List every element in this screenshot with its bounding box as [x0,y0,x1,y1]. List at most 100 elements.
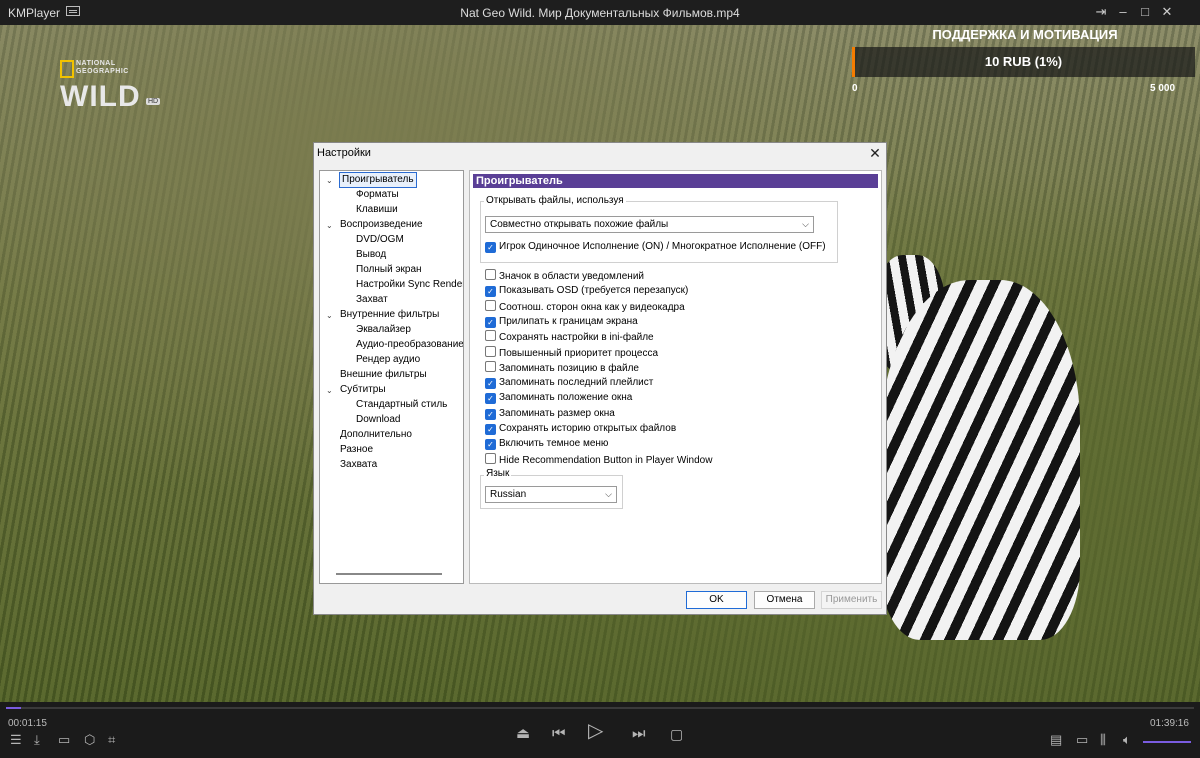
tree-item[interactable]: Внутренние фильтры [340,308,439,322]
current-time: 00:01:15 [8,718,47,729]
tree-horizontal-scrollbar[interactable] [336,573,442,575]
settings-tree[interactable]: ⌄ Проигрыватель Форматы Клавиши ⌄ Воспроизвед… [319,170,464,584]
control-bar: 00:01:15 01:39:16 ☰ ⤓ ▭ ⬡ ⌗ ⏏ ⏮ ▷ ⏭ ▢ ▤ … [0,702,1200,758]
tree-item[interactable]: Захват [356,293,388,307]
volume-icon[interactable]: 🔈︎ [1123,733,1131,747]
nat-geo-frame-icon [60,60,74,78]
checkbox-icon: ✓ [485,408,496,420]
subtitles-icon[interactable]: ▭ [1076,733,1088,747]
stop-icon[interactable]: ▢ [670,727,683,741]
option-checkbox[interactable]: Соотнош. сторон окна как у видеокадра [485,299,685,313]
3d-cube-icon[interactable]: ⬡ [84,733,95,747]
donation-title: ПОДДЕРЖКА И МОТИВАЦИЯ [932,27,1118,42]
capture-icon[interactable]: ⌗ [108,733,115,747]
playlist-icon[interactable]: ☰ [10,733,22,747]
title-bar: KMPlayer Nat Geo Wild. Мир Документальны… [0,0,1200,25]
dialog-close-button[interactable]: ✕ [866,144,884,162]
checkbox-icon: ✓ [485,378,496,390]
option-checkbox[interactable]: Запоминать позицию в файле [485,360,639,374]
option-checkbox[interactable]: Повышенный приоритет процесса [485,345,658,359]
checkbox-icon [485,452,496,464]
donation-min: 0 [852,83,858,94]
vr-icon[interactable]: ▭ [58,733,70,747]
tree-item[interactable]: Захвата [340,458,377,472]
hw-accel-icon[interactable]: ▤ [1050,733,1062,747]
donation-amount: 10 RUB (1%) [984,54,1063,69]
checkbox-icon: ✓ [485,316,496,328]
option-checkbox[interactable]: ✓ Запоминать положение окна [485,391,632,405]
seek-progress [6,707,22,709]
tree-item[interactable]: Download [356,413,400,427]
chevron-down-icon: ⌵ [605,489,612,499]
tree-expand-icon[interactable]: ⌄ [326,221,333,230]
tree-expand-icon[interactable]: ⌄ [326,176,333,185]
chevron-down-icon: ⌵ [802,219,809,229]
apply-button[interactable]: Применить [821,591,882,609]
pin-icon[interactable]: ⇥ [1090,3,1112,21]
tree-item[interactable]: Разное [340,443,373,457]
download-icon[interactable]: ⤓ [34,733,40,747]
donation-progress-fill [852,47,856,77]
open-files-group-label: Открывать файлы, используя [484,195,626,206]
cancel-button[interactable]: Отмена [754,591,815,609]
tree-item[interactable]: Проигрыватель [339,172,417,188]
checkbox-icon [485,330,496,342]
checkbox-icon [485,345,496,357]
panel-header: Проигрыватель [473,174,878,188]
seek-bar[interactable] [6,707,1194,709]
option-checkbox[interactable]: Hide Recommendation Button in Player Win… [485,452,712,466]
settings-dialog: Настройки ✕ ⌄ Проигрыватель Форматы Клавиши… [313,142,887,615]
tree-item[interactable]: Форматы [356,188,399,202]
option-checkbox[interactable]: ✓ Показывать OSD (требуется перезапуск) [485,284,688,298]
total-time: 01:39:16 [1150,718,1189,729]
tree-item[interactable]: Субтитры [340,383,386,397]
checkbox-icon: ✓ [485,286,496,298]
tree-item[interactable]: Воспроизведение [340,218,423,232]
checkbox-icon: ✓ [485,242,496,253]
tree-expand-icon[interactable]: ⌄ [326,311,333,320]
next-icon[interactable]: ⏭ [632,726,646,741]
tree-item[interactable]: Внешние фильтры [340,368,427,382]
tree-item[interactable]: Эквалайзер [356,323,411,337]
settings-panel: Проигрыватель Открывать файлы, используя… [469,170,882,584]
tree-item[interactable]: DVD/OGM [356,233,404,247]
eject-icon[interactable]: ⏏ [516,726,530,741]
tree-item[interactable]: Клавиши [356,203,398,217]
checkbox-icon [485,360,496,372]
donation-max: 5 000 [1150,83,1176,94]
tree-item[interactable]: Стандартный стиль [356,398,447,412]
checkbox-icon: ✓ [485,439,496,451]
zebra-body [880,280,1080,640]
tree-item[interactable]: Вывод [356,248,386,262]
maximize-button[interactable]: □ [1134,3,1156,21]
previous-icon[interactable]: ⏮ [552,726,566,741]
option-checkbox[interactable]: ✓ Сохранять историю открытых файлов [485,422,676,435]
option-checkbox[interactable]: ✓ Запоминать последний плейлист [485,376,653,390]
tree-item[interactable]: Настройки Sync Render [356,278,463,292]
equalizer-icon[interactable]: ⫼ [1100,733,1106,747]
option-checkbox[interactable]: ✓ Запоминать размер окна [485,407,615,420]
option-checkbox[interactable]: ✓ Прилипать к границам экрана [485,315,638,328]
dialog-title: Настройки [317,147,371,159]
minimize-button[interactable]: – [1112,3,1134,21]
single-instance-checkbox[interactable]: ✓ Игрок Одиночное Исполнение (ON) / Много… [485,240,826,253]
option-checkbox[interactable]: ✓ Включить темное меню [485,437,608,451]
tree-item[interactable]: Рендер аудио [356,353,420,367]
tree-item[interactable]: Аудио-преобразование [356,338,463,352]
option-checkbox[interactable]: Сохранять настройки в ini-файле [485,330,654,343]
tree-expand-icon[interactable]: ⌄ [326,386,333,395]
window-title: Nat Geo Wild. Мир Документальных Фильмов… [460,6,740,20]
play-icon[interactable]: ▷ [588,721,603,741]
ok-button[interactable]: OK [686,591,747,609]
tree-item[interactable]: Дополнительно [340,428,412,442]
language-group-label: Язык [484,468,512,479]
language-select[interactable]: Russian ⌵ [485,486,617,503]
close-button[interactable]: ✕ [1156,3,1178,21]
open-mode-select[interactable]: Совместно открывать похожие файлы ⌵ [485,216,814,233]
volume-slider[interactable] [1143,741,1191,743]
tree-item[interactable]: Полный экран [356,263,422,277]
checkbox-icon [485,269,496,280]
checkbox-icon: ✓ [485,424,496,435]
option-checkbox[interactable]: Значок в области уведомлений [485,269,644,282]
donation-progress-bar: 10 RUB (1%) [852,47,1195,77]
